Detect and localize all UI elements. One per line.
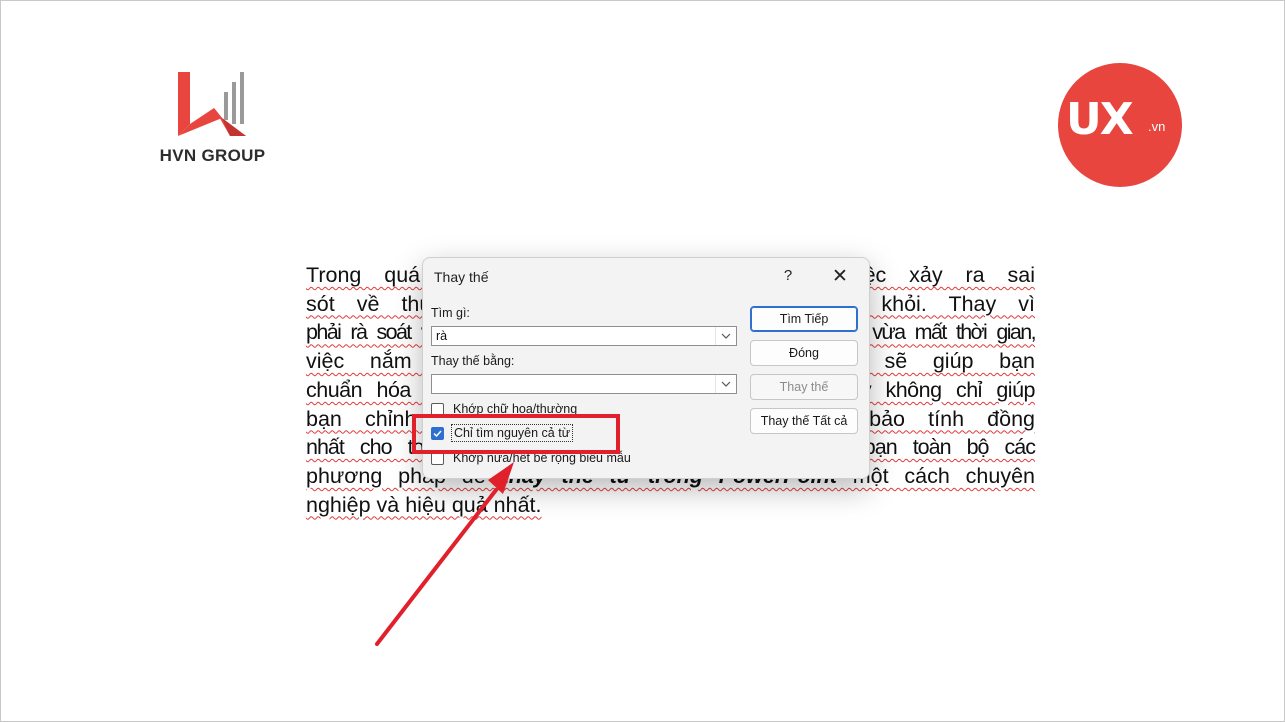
annotation-arrow-icon bbox=[375, 462, 514, 646]
